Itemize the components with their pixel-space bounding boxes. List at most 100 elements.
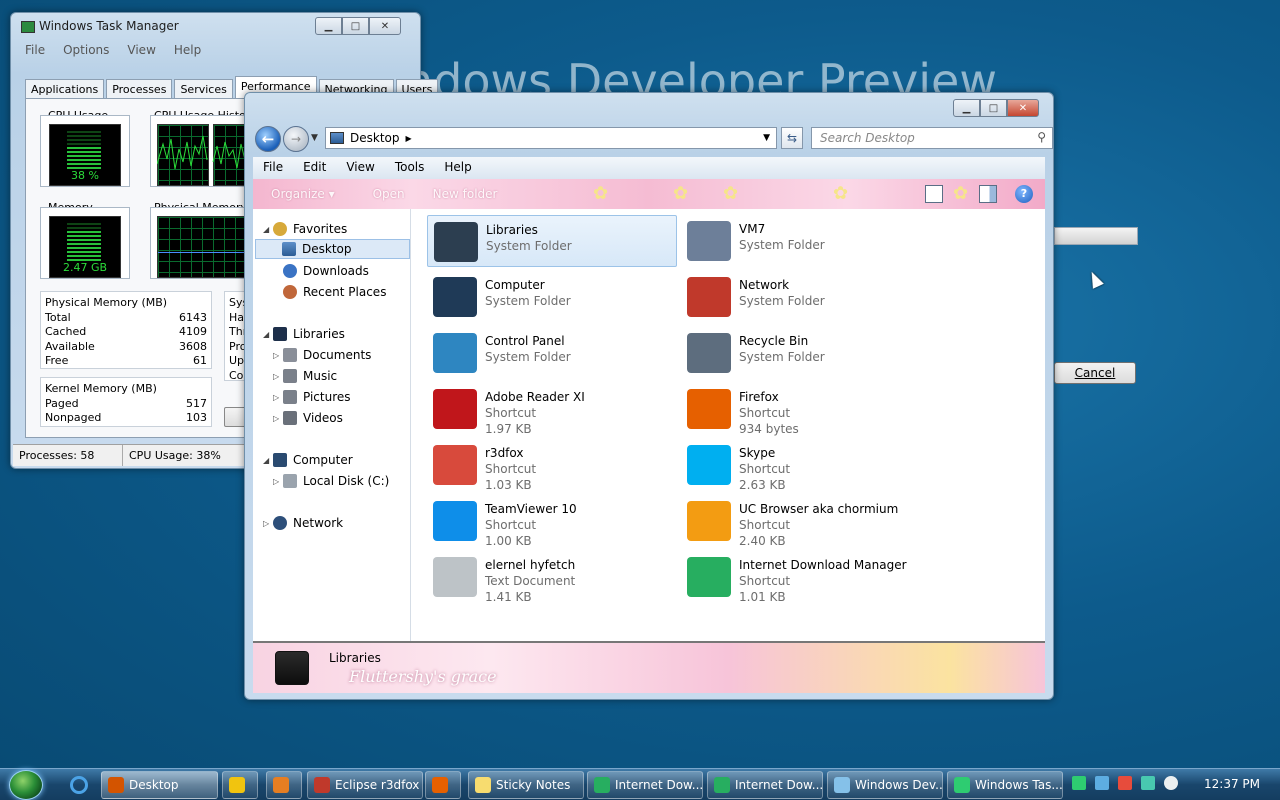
file-item-elernel-hyfetch[interactable]: elernel hyfetch Text Document 1.41 KB: [427, 551, 677, 604]
file-item-vm7[interactable]: VM7 System Folder: [681, 215, 931, 267]
preview-pane-icon[interactable]: [979, 185, 997, 203]
menu-file[interactable]: File: [253, 157, 293, 179]
tab-processes[interactable]: Processes: [106, 79, 173, 99]
organize-button[interactable]: Organize ▾: [271, 187, 335, 201]
new-folder-button[interactable]: New folder: [433, 187, 498, 201]
taskbar-button[interactable]: Eclipse r3dfox: [307, 771, 423, 799]
menu-edit[interactable]: Edit: [293, 157, 336, 179]
tray-flag-icon[interactable]: [1118, 776, 1132, 790]
nav-videos[interactable]: Videos: [283, 408, 343, 428]
open-button[interactable]: Open: [373, 187, 405, 201]
file-item-recycle-bin[interactable]: Recycle Bin System Folder: [681, 327, 931, 379]
nav-pictures[interactable]: Pictures: [283, 387, 351, 407]
start-button[interactable]: [9, 770, 43, 800]
taskbar-button[interactable]: Windows Tas...: [947, 771, 1063, 799]
taskbar-button[interactable]: [222, 771, 258, 799]
help-icon[interactable]: ?: [1015, 185, 1033, 203]
nav-favorites[interactable]: Favorites: [273, 219, 347, 239]
tray-taskmanager-icon[interactable]: [1072, 776, 1086, 790]
expand-arrow-icon[interactable]: ▷: [273, 477, 279, 486]
expand-arrow-icon[interactable]: ▷: [273, 351, 279, 360]
taskbar-button[interactable]: Internet Dow...: [587, 771, 703, 799]
search-input[interactable]: Search Desktop ⚲: [811, 127, 1053, 149]
file-item-network[interactable]: Network System Folder: [681, 271, 931, 323]
menu-tools[interactable]: Tools: [385, 157, 435, 179]
physical-memory-box: Physical Memory (MB) Total 6143 Cached 410…: [40, 291, 212, 369]
taskbar-button[interactable]: Desktop: [101, 771, 218, 799]
expand-arrow-icon[interactable]: ▷: [273, 414, 279, 423]
internet-explorer-icon[interactable]: [70, 776, 88, 794]
libraries-icon: [434, 222, 478, 262]
refresh-button[interactable]: ⇆: [781, 127, 803, 149]
close-button[interactable]: ✕: [1007, 99, 1039, 117]
nav-recent-places[interactable]: Recent Places: [283, 282, 386, 302]
details-watermark: Fluttershy's grace: [349, 667, 497, 686]
menu-file[interactable]: File: [25, 43, 45, 57]
maximize-button[interactable]: □: [342, 17, 369, 35]
collapse-arrow-icon[interactable]: ◢: [263, 330, 269, 339]
tab-applications[interactable]: Applications: [25, 79, 105, 99]
nav-documents[interactable]: Documents: [283, 345, 371, 365]
minimize-button[interactable]: ▁: [315, 17, 342, 35]
close-button[interactable]: ✕: [369, 17, 401, 35]
collapse-arrow-icon[interactable]: ◢: [263, 225, 269, 234]
file-item-skype[interactable]: Skype Shortcut 2.63 KB: [681, 439, 931, 492]
address-arrow-icon[interactable]: ▶: [406, 134, 412, 143]
expand-arrow-icon[interactable]: ▷: [273, 372, 279, 381]
nav-label: Network: [293, 516, 344, 530]
recent-pages-chevron-icon[interactable]: ▼: [311, 133, 318, 143]
tray-volume-icon[interactable]: [1164, 776, 1178, 790]
expand-arrow-icon[interactable]: ▷: [273, 393, 279, 402]
nav-computer[interactable]: Computer: [273, 450, 353, 470]
view-options-icon[interactable]: [925, 185, 943, 203]
taskbar-button[interactable]: Sticky Notes: [468, 771, 584, 799]
pony-decoration-icon: ✿: [593, 183, 609, 204]
file-item-uc-browser-aka-chormium[interactable]: UC Browser aka chormium Shortcut 2.40 KB: [681, 495, 931, 548]
file-item-firefox[interactable]: Firefox Shortcut 934 bytes: [681, 383, 931, 436]
nav-libraries[interactable]: Libraries: [273, 324, 345, 344]
back-button[interactable]: ←: [255, 126, 281, 152]
maximize-button[interactable]: □: [980, 99, 1007, 117]
tray-network-icon[interactable]: [1095, 776, 1109, 790]
address-dropdown-icon[interactable]: ▼: [763, 133, 770, 143]
file-item-control-panel[interactable]: Control Panel System Folder: [427, 327, 677, 379]
menu-help[interactable]: Help: [174, 43, 201, 57]
file-item-internet-download-manager[interactable]: Internet Download Manager Shortcut 1.01 KB: [681, 551, 931, 604]
tray-monitor-icon[interactable]: [1141, 776, 1155, 790]
taskbar-clock[interactable]: 12:37 PM: [1204, 777, 1260, 791]
menu-help[interactable]: Help: [434, 157, 481, 179]
address-bar[interactable]: Desktop ▶ ▼: [325, 127, 777, 149]
file-item-size: 2.63 KB: [739, 478, 786, 492]
taskbar-button[interactable]: [425, 771, 461, 799]
pony-decoration-icon: ✿: [723, 183, 739, 204]
nav-desktop[interactable]: Desktop: [255, 239, 410, 259]
menu-view[interactable]: View: [127, 43, 155, 57]
app-icon: [834, 777, 850, 793]
control-panel-icon: [433, 333, 477, 373]
nav-network[interactable]: Network: [273, 513, 343, 533]
collapse-arrow-icon[interactable]: ◢: [263, 456, 269, 465]
nav-music[interactable]: Music: [283, 366, 337, 386]
taskbar-button[interactable]: Windows Dev...: [827, 771, 943, 799]
menu-options[interactable]: Options: [63, 43, 109, 57]
background-dialog-cancel-button[interactable]: Cancel: [1054, 362, 1136, 384]
taskbar-button-label: Desktop: [129, 778, 179, 792]
search-icon[interactable]: ⚲: [1037, 130, 1046, 144]
nav-local-disk[interactable]: Local Disk (C:): [283, 471, 389, 491]
file-item-teamviewer-10[interactable]: TeamViewer 10 Shortcut 1.00 KB: [427, 495, 677, 548]
teamviewer-10-icon: [433, 501, 477, 541]
minimize-button[interactable]: ▁: [953, 99, 980, 117]
file-item-computer[interactable]: Computer System Folder: [427, 271, 677, 323]
recycle-bin-icon: [687, 333, 731, 373]
tab-services[interactable]: Services: [174, 79, 233, 99]
file-item-libraries[interactable]: Libraries System Folder: [427, 215, 677, 267]
forward-button[interactable]: →: [283, 126, 309, 152]
expand-arrow-icon[interactable]: ▷: [263, 519, 269, 528]
nav-downloads[interactable]: Downloads: [283, 261, 369, 281]
taskbar-button[interactable]: Internet Dow...: [707, 771, 823, 799]
menu-view[interactable]: View: [336, 157, 384, 179]
taskbar-button[interactable]: [266, 771, 302, 799]
file-item-adobe-reader-xi[interactable]: Adobe Reader XI Shortcut 1.97 KB: [427, 383, 677, 436]
r3dfox-icon: [433, 445, 477, 485]
file-item-r3dfox[interactable]: r3dfox Shortcut 1.03 KB: [427, 439, 677, 492]
